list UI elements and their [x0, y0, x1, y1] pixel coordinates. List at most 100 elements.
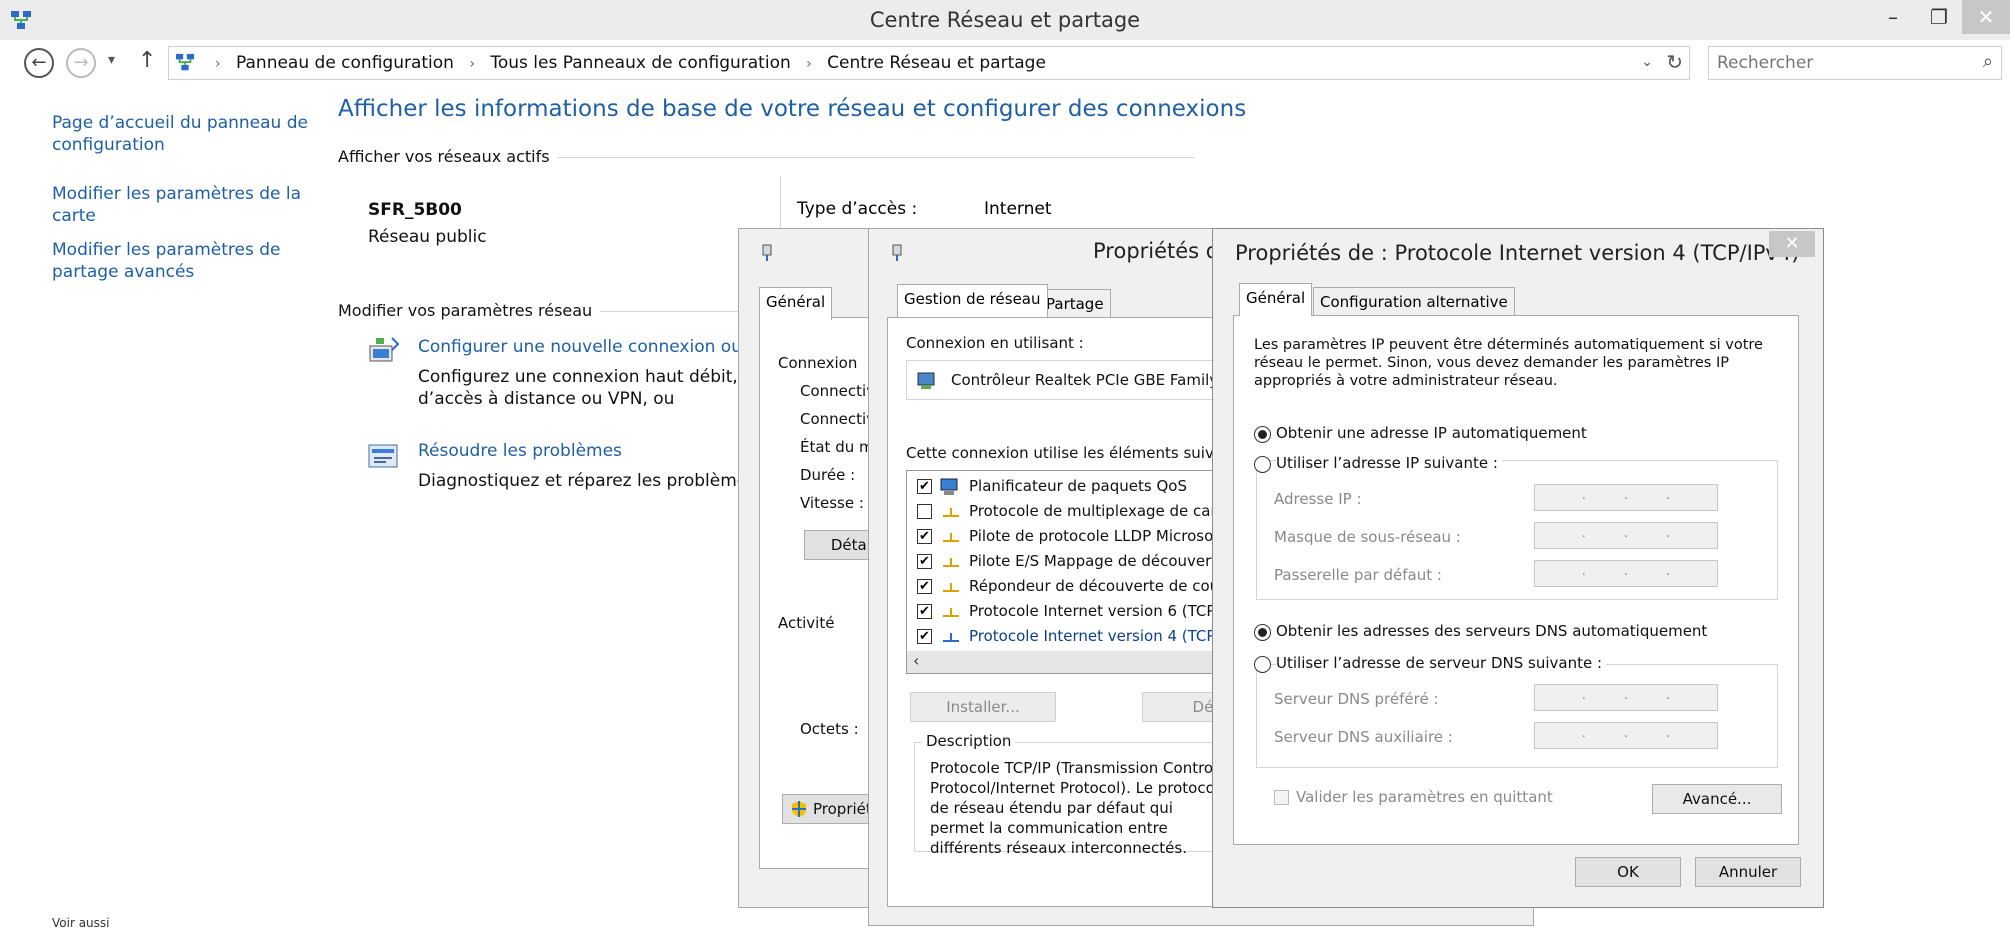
intro-text: Les paramètres IP peuvent être déterminé… [1254, 337, 1763, 389]
manual-dns-group [1256, 664, 1778, 768]
preferred-dns-label: Serveur DNS préféré : [1274, 690, 1439, 708]
item-checkbox[interactable]: ✔ [917, 529, 932, 544]
components-label: Cette connexion utilise les éléments sui… [906, 444, 1257, 462]
item-label: Pilote de protocole LLDP Microsoft [969, 527, 1225, 545]
item-checkbox[interactable]: ✔ [917, 604, 932, 619]
status-row-label: Vitesse : [800, 494, 864, 512]
address-box[interactable]: › Panneau de configuration › Tous les Pa… [168, 46, 1690, 80]
item-checkbox[interactable]: ✔ [917, 479, 932, 494]
sidebar-item-control-panel-home[interactable]: Page d’accueil du panneau de configurati… [52, 112, 312, 156]
protocol-icon [943, 558, 959, 567]
refresh-button[interactable]: ↻ [1666, 50, 1683, 74]
search-icon[interactable]: ⌕ [1983, 51, 1993, 72]
tab-sharing[interactable]: Partage [1039, 289, 1111, 317]
address-dropdown[interactable]: ⌄ [1641, 54, 1653, 70]
validate-label: Valider les paramètres en quittant [1296, 788, 1553, 806]
gateway-label: Passerelle par défaut : [1274, 566, 1442, 584]
tab-general[interactable]: Général [759, 287, 833, 320]
maximize-button[interactable]: ❐ [1916, 0, 1962, 34]
breadcrumb-network-center[interactable]: Centre Réseau et partage [827, 53, 1046, 73]
validate-checkbox[interactable] [1274, 790, 1289, 805]
description-text: Protocole TCP/IP (Transmission Control P… [930, 759, 1229, 857]
protocol-icon [943, 533, 959, 542]
see-also-label: Voir aussi [52, 916, 110, 928]
dialog-title: Propriétés de : Protocole Internet versi… [1235, 241, 1800, 265]
manual-ip-label[interactable]: Utiliser l’adresse IP suivante : [1276, 454, 1502, 472]
back-button[interactable]: ← [24, 48, 54, 78]
control-panel-icon [175, 53, 195, 71]
ip-address-label: Adresse IP : [1274, 490, 1362, 508]
manual-ip-radio[interactable] [1254, 456, 1271, 473]
dialog-close-button[interactable]: ✕ [1769, 231, 1815, 257]
item-label: Planificateur de paquets QoS [969, 477, 1187, 495]
breadcrumb-separator: › [215, 56, 221, 72]
address-bar: ← → ▾ ↑ › Panneau de configuration › Tou… [0, 44, 2010, 84]
breadcrumb-control-panel[interactable]: Panneau de configuration [236, 53, 454, 73]
network-name: SFR_5B00 [368, 200, 462, 220]
up-button[interactable]: ↑ [138, 48, 156, 73]
protocol-icon [943, 608, 959, 617]
scroll-left-icon[interactable]: ‹ [913, 651, 919, 670]
active-networks-label: Afficher vos réseaux actifs [338, 147, 558, 166]
gateway-field[interactable]: ... [1534, 560, 1718, 587]
manual-dns-label[interactable]: Utiliser l’adresse de serveur DNS suivan… [1276, 654, 1607, 672]
auto-ip-label[interactable]: Obtenir une adresse IP automatiquement [1276, 424, 1587, 442]
ip-address-field[interactable]: ... [1534, 484, 1718, 511]
breadcrumb-separator: › [806, 56, 812, 72]
preferred-dns-field[interactable]: ... [1534, 684, 1718, 711]
item-checkbox[interactable]: ✔ [917, 579, 932, 594]
troubleshoot-link[interactable]: Résoudre les problèmes [418, 441, 622, 461]
window-title: Centre Réseau et partage [869, 8, 1141, 32]
breadcrumb: › Panneau de configuration › Tous les Pa… [205, 53, 1046, 73]
connect-using-label: Connexion en utilisant : [906, 334, 1084, 352]
breadcrumb-all-control-panels[interactable]: Tous les Panneaux de configuration [490, 53, 790, 73]
search-input[interactable] [1717, 51, 1957, 75]
manual-dns-radio[interactable] [1254, 656, 1271, 673]
connection-section-label: Connexion [778, 354, 858, 372]
troubleshoot-icon [368, 444, 398, 468]
ok-button[interactable]: OK [1575, 857, 1681, 887]
general-panel: Les paramètres IP peuvent être déterminé… [1233, 315, 1799, 845]
change-settings-label: Modifier vos paramètres réseau [338, 301, 601, 320]
item-checkbox[interactable] [917, 504, 932, 519]
auto-dns-radio[interactable] [1254, 624, 1271, 641]
access-type-value: Internet [984, 199, 1052, 219]
network-card-icon [917, 372, 935, 389]
activity-section-label: Activité [778, 614, 835, 632]
advanced-button[interactable]: Avancé... [1652, 784, 1782, 814]
access-type-label: Type d’accès : [797, 199, 918, 219]
auto-dns-label[interactable]: Obtenir les adresses des serveurs DNS au… [1276, 622, 1707, 640]
troubleshoot-description: Diagnostiquez et réparez les problèmes d… [418, 471, 738, 491]
tab-alternate-configuration[interactable]: Configuration alternative [1313, 287, 1515, 315]
vertical-divider [780, 176, 781, 236]
network-type-link[interactable]: Réseau public [368, 227, 487, 247]
qos-scheduler-icon [940, 478, 958, 495]
item-checkbox[interactable]: ✔ [917, 629, 932, 644]
title-bar: Centre Réseau et partage – ❐ ✕ [0, 0, 2010, 40]
subnet-mask-field[interactable]: ... [1534, 522, 1718, 549]
new-connection-description: Configurez une connexion haut débit, d’a… [418, 367, 738, 412]
subnet-mask-label: Masque de sous-réseau : [1274, 528, 1461, 546]
install-button[interactable]: Installer... [910, 692, 1056, 722]
protocol-icon [943, 583, 959, 592]
forward-button[interactable]: → [66, 48, 96, 78]
breadcrumb-separator: › [469, 56, 475, 72]
bytes-label: Octets : [800, 720, 859, 738]
minimize-button[interactable]: – [1870, 0, 1916, 34]
tab-networking[interactable]: Gestion de réseau [897, 284, 1048, 317]
tab-general[interactable]: Général [1239, 283, 1313, 316]
recent-locations-dropdown[interactable]: ▾ [108, 52, 115, 68]
sidebar-item-adapter-settings[interactable]: Modifier les paramètres de la carte [52, 183, 312, 227]
sidebar-item-advanced-sharing[interactable]: Modifier les paramètres de partage avanc… [52, 239, 312, 283]
auto-ip-radio[interactable] [1254, 426, 1271, 443]
protocol-icon [943, 508, 959, 517]
protocol-icon [943, 633, 959, 642]
page-title: Afficher les informations de base de vot… [338, 96, 1247, 122]
description-label: Description [922, 732, 1016, 750]
search-box: ⌕ [1708, 46, 2002, 80]
close-button[interactable]: ✕ [1962, 0, 2010, 34]
cancel-button[interactable]: Annuler [1695, 857, 1801, 887]
item-checkbox[interactable]: ✔ [917, 554, 932, 569]
alternate-dns-label: Serveur DNS auxiliaire : [1274, 728, 1453, 746]
alternate-dns-field[interactable]: ... [1534, 722, 1718, 749]
